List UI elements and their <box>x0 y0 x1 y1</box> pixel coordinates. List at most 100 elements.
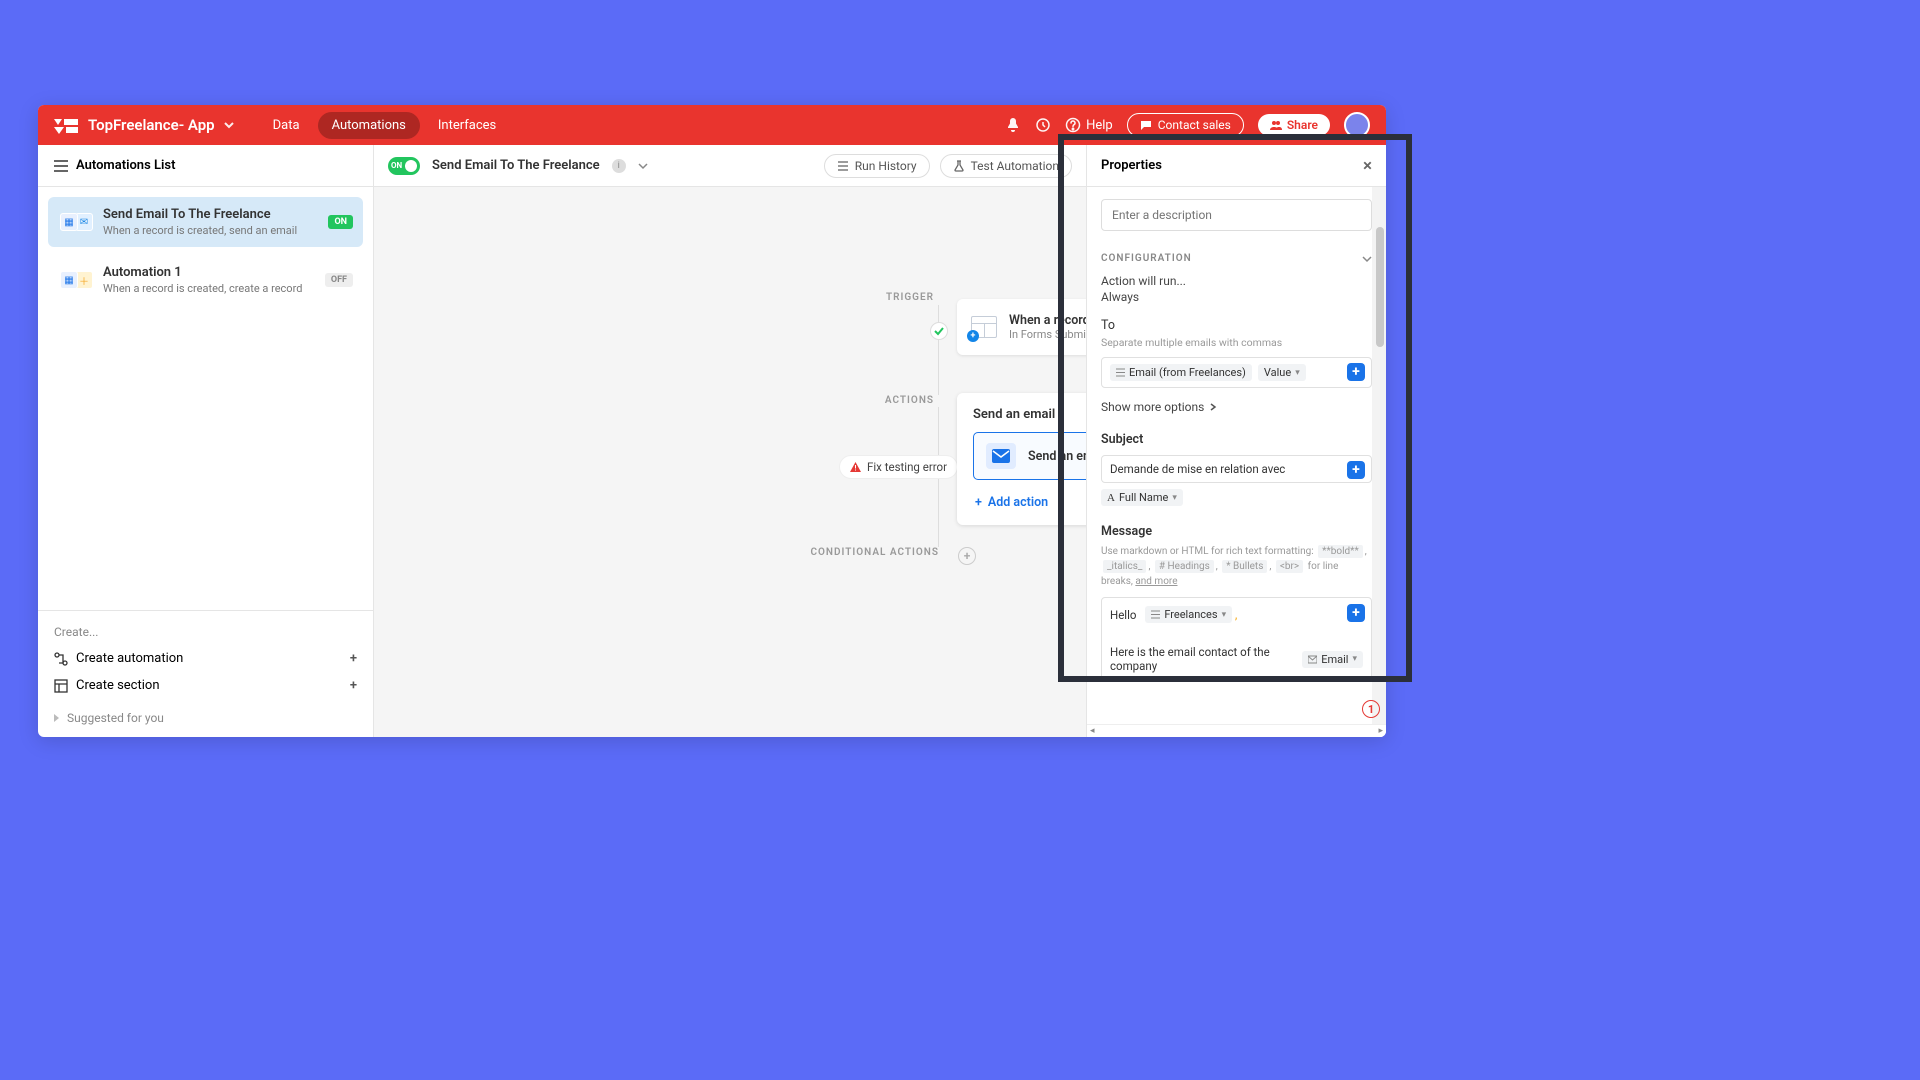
suggested-for-you[interactable]: Suggested for you <box>54 699 357 729</box>
mail-icon <box>986 443 1016 469</box>
app-title[interactable]: TopFreelance- App <box>88 116 215 134</box>
fullname-label: Full Name <box>1119 491 1168 504</box>
nav-data[interactable]: Data <box>259 112 314 139</box>
history-icon[interactable] <box>1035 117 1051 133</box>
actions-section-label: ACTIONS <box>834 395 934 406</box>
error-count-badge[interactable]: 1 <box>1362 700 1380 718</box>
action-row-send-email[interactable]: Send an email ••• ⋮⋮ <box>973 432 1086 480</box>
scroll-left-icon[interactable]: ◂ <box>1090 726 1095 736</box>
test-automation-button[interactable]: Test Automation <box>940 154 1072 178</box>
properties-header: Properties × <box>1087 145 1386 187</box>
help-link[interactable]: Help <box>1065 117 1113 133</box>
contact-sales-button[interactable]: Contact sales <box>1127 113 1244 137</box>
fullname-token[interactable]: A Full Name ▾ <box>1101 489 1183 506</box>
sidebar-header[interactable]: Automations List <box>38 145 373 187</box>
create-section-button[interactable]: Create section + <box>54 672 357 699</box>
always-label[interactable]: Always <box>1101 290 1372 304</box>
plus-icon: + <box>350 678 357 693</box>
chevron-down-icon[interactable] <box>223 119 235 131</box>
scrollbar[interactable] <box>1372 187 1386 724</box>
list-icon <box>1116 368 1125 377</box>
chat-icon <box>1140 119 1152 131</box>
bell-icon[interactable] <box>1005 117 1021 133</box>
automation-item-icons: ▦ ＋ <box>60 265 93 295</box>
toggle-knob <box>405 160 417 172</box>
scroll-right-icon[interactable]: ▸ <box>1378 726 1383 736</box>
automation-name[interactable]: Send Email To The Freelance <box>432 158 600 173</box>
trigger-icon-wrap: + <box>971 316 997 338</box>
scrollbar-thumb[interactable] <box>1376 227 1384 347</box>
email-label: Email <box>1321 653 1348 666</box>
properties-title: Properties <box>1101 158 1162 173</box>
chevron-down-icon[interactable] <box>1362 254 1372 264</box>
user-avatar[interactable] <box>1344 112 1370 138</box>
create-automation-button[interactable]: Create automation + <box>54 645 357 672</box>
and-more-link[interactable]: and more <box>1135 576 1177 587</box>
create-label: Create... <box>54 619 357 645</box>
add-action-button[interactable]: + Add action <box>973 490 1086 515</box>
chevron-down-icon: ▾ <box>1352 654 1357 664</box>
trigger-node[interactable]: + When a record is created In Forms Subm… <box>957 299 1086 355</box>
create-automation-label: Create automation <box>76 651 183 666</box>
topbar: TopFreelance- App Data Automations Inter… <box>38 105 1386 145</box>
share-button[interactable]: Share <box>1258 114 1330 136</box>
email-token-2[interactable]: Email ▾ <box>1302 651 1363 668</box>
fix-testing-error-button[interactable]: Fix testing error <box>839 455 958 479</box>
share-label: Share <box>1287 118 1318 132</box>
description-input[interactable] <box>1101 199 1372 231</box>
add-token-button[interactable]: + <box>1347 363 1365 381</box>
message-label: Message <box>1101 524 1372 539</box>
grid-mini-icon: ▦ <box>60 271 78 289</box>
show-more-options[interactable]: Show more options <box>1101 400 1372 414</box>
conditional-section-label: CONDITIONAL ACTIONS <box>809 547 939 558</box>
automation-item-icons: ▦ ✉ <box>60 207 93 237</box>
plus-icon: + <box>350 651 357 666</box>
canvas-body[interactable]: TRIGGER ACTIONS CONDITIONAL ACTIONS + Wh… <box>374 187 1086 737</box>
status-badge-off: OFF <box>325 273 353 287</box>
status-badge-on: ON <box>328 215 353 229</box>
configuration-label: CONFIGURATION <box>1101 253 1192 264</box>
sidebar-title: Automations List <box>76 158 175 173</box>
add-token-button[interactable]: + <box>1347 461 1365 479</box>
list-icon <box>837 160 849 172</box>
add-token-button[interactable]: + <box>1347 604 1365 622</box>
nav-interfaces[interactable]: Interfaces <box>424 112 510 139</box>
message-line-2: Here is the email contact of the company <box>1110 645 1296 673</box>
horizontal-scrollbar[interactable]: ◂ ▸ <box>1087 724 1386 737</box>
plus-icon: + <box>975 495 982 510</box>
trigger-section-label: TRIGGER <box>834 292 934 303</box>
automation-item-title: Automation 1 <box>103 265 351 280</box>
sidebar-footer: Create... Create automation + Create sec… <box>38 610 373 737</box>
toggle-label: ON <box>391 161 402 170</box>
subject-field[interactable]: Demande de mise en relation avec + <box>1101 455 1372 483</box>
properties-body[interactable]: CONFIGURATION Action will run... Always … <box>1087 187 1386 724</box>
connector-line <box>938 305 939 395</box>
action-will-run-label: Action will run... <box>1101 274 1372 288</box>
message-field[interactable]: + Hello Freelances ▾ , Here is the email… <box>1101 597 1372 682</box>
automations-sidebar: Automations List ▦ ✉ Send Email To The F… <box>38 145 374 737</box>
chevron-down-icon[interactable] <box>638 161 648 171</box>
properties-panel: Properties × CONFIGURATION Action will r… <box>1086 145 1386 737</box>
app-window: TopFreelance- App Data Automations Inter… <box>38 105 1386 737</box>
info-icon[interactable]: i <box>612 159 626 173</box>
to-field[interactable]: Email (from Freelances) Value ▾ + <box>1101 357 1372 388</box>
help-icon <box>1065 117 1081 133</box>
automation-toggle[interactable]: ON <box>388 157 420 175</box>
run-history-button[interactable]: Run History <box>824 154 930 178</box>
add-conditional-button[interactable]: + <box>958 547 976 565</box>
contact-label: Contact sales <box>1158 118 1231 132</box>
close-icon[interactable]: × <box>1363 156 1372 176</box>
freelances-token[interactable]: Freelances ▾ <box>1145 606 1232 623</box>
value-token[interactable]: Value ▾ <box>1258 364 1306 381</box>
automation-item-title: Send Email To The Freelance <box>103 207 351 222</box>
action-row-name: Send an email <box>1028 449 1086 464</box>
email-token-label: Email (from Freelances) <box>1129 366 1246 379</box>
subject-label: Subject <box>1101 432 1372 447</box>
email-token[interactable]: Email (from Freelances) <box>1110 364 1252 381</box>
fix-error-label: Fix testing error <box>867 460 947 474</box>
main-nav: Data Automations Interfaces <box>259 112 511 139</box>
nav-automations[interactable]: Automations <box>318 112 420 139</box>
message-help: Use markdown or HTML for rich text forma… <box>1101 544 1372 589</box>
automation-item-automation-1[interactable]: ▦ ＋ Automation 1 When a record is create… <box>48 255 363 305</box>
automation-item-send-email[interactable]: ▦ ✉ Send Email To The Freelance When a r… <box>48 197 363 247</box>
